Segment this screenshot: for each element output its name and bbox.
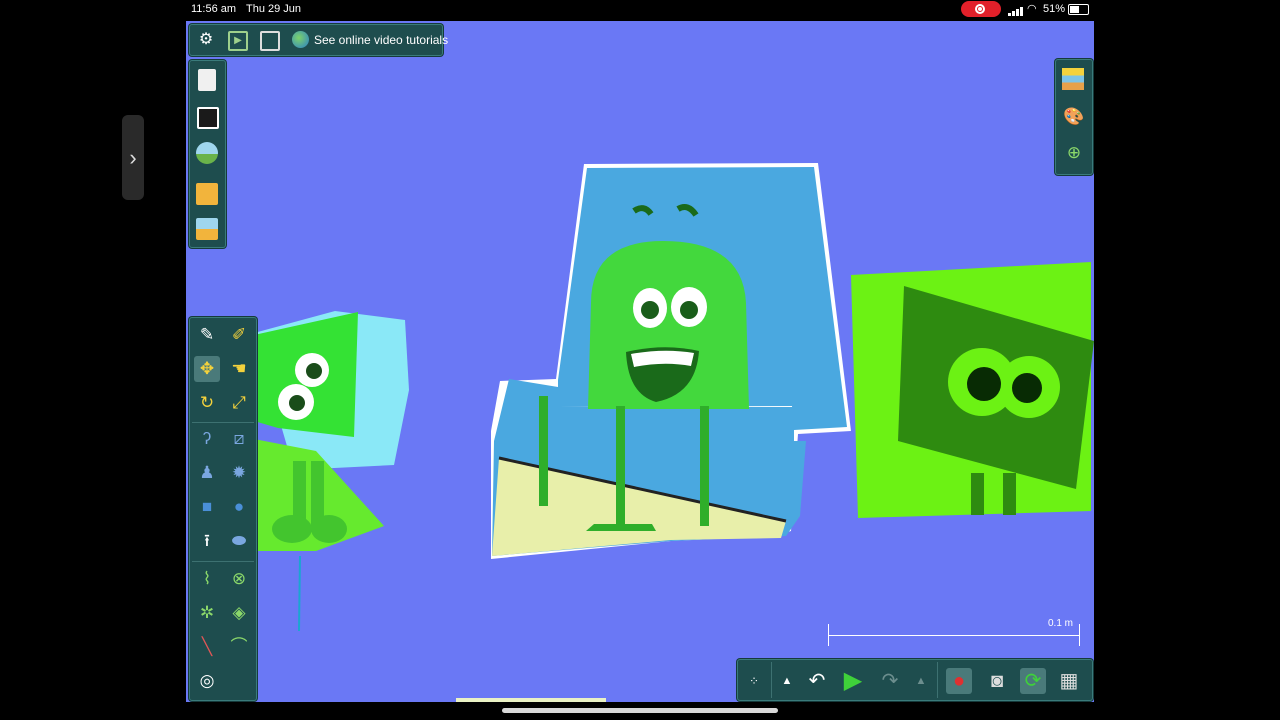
plane-tool[interactable]: ⬬ — [226, 528, 252, 554]
grab-tool[interactable]: ☚ — [226, 356, 252, 382]
color-palette-icon[interactable]: 🎨 — [1061, 104, 1087, 130]
screen-recording-indicator[interactable] — [961, 1, 1001, 17]
spring-tool[interactable]: ♟ — [194, 460, 220, 486]
slide-over-handle[interactable]: › — [122, 115, 144, 200]
gear-icon[interactable]: ⚙ — [196, 30, 216, 50]
top-toolbar: ⚙ ▶ See online video tutorials — [189, 24, 448, 56]
drawing-canvas[interactable]: ⚙ ▶ See online video tutorials ✎ ✐ ✥ ☚ ↻… — [186, 21, 1094, 702]
undo-icon[interactable]: ↶ — [804, 668, 830, 694]
fixate-tool[interactable]: ⭱ — [194, 528, 220, 554]
triangle-up-icon[interactable]: ▲ — [774, 668, 800, 694]
triangle-up-icon[interactable]: ▲ — [908, 668, 934, 694]
tool-palette: ✎ ✐ ✥ ☚ ↻ ⤢ ʔ ⧄ ♟ ✹ ■ ● ⭱ ⬬ ⌇ ⊗ ✲ ◈ ╲ ⌒ … — [189, 317, 257, 701]
battery-icon — [1068, 4, 1089, 15]
tracer-line — [298, 555, 301, 632]
box-tool[interactable]: ■ — [194, 494, 220, 520]
wifi-icon: ◠ — [1027, 3, 1037, 15]
scale-tool[interactable]: ⤢ — [226, 390, 252, 416]
globe-icon — [292, 31, 309, 48]
zigzag-spring-tool[interactable]: ⌇ — [194, 566, 220, 592]
background-layers-icon[interactable] — [1062, 68, 1084, 90]
window-icon[interactable] — [260, 31, 280, 51]
status-date: Thu 29 Jun — [246, 3, 302, 15]
scale-tick-left — [828, 624, 829, 646]
cut-tool[interactable]: ⧄ — [226, 426, 252, 452]
open-folder-icon[interactable] — [196, 183, 218, 205]
import-image-icon[interactable] — [196, 142, 218, 164]
gear-tool[interactable]: ✹ — [226, 460, 252, 486]
move-tool[interactable]: ✥ — [194, 356, 220, 382]
ios-status-bar: 11:56 am Thu 29 Jun ◠ 51% — [0, 0, 1280, 18]
grid-icon[interactable]: ▦ — [1056, 668, 1082, 694]
camera-record-icon[interactable]: ◙ — [984, 668, 1010, 694]
redo-icon[interactable]: ↷ — [877, 668, 903, 694]
scale-bar — [828, 635, 1080, 636]
thruster-tool[interactable]: ◈ — [226, 600, 252, 626]
scale-tick-right — [1079, 624, 1080, 646]
tutorials-link[interactable]: See online video tutorials — [314, 33, 448, 47]
battery-percentage: 51% — [1043, 3, 1066, 15]
brush-tool[interactable]: ✎ — [194, 322, 220, 348]
status-time: 11:56 am — [191, 3, 237, 15]
texture-tool[interactable]: ◎ — [194, 668, 220, 694]
zoom-tree-icon[interactable]: ⊕ — [1061, 140, 1087, 166]
rope-tool[interactable]: ʔ — [194, 426, 220, 452]
scale-label: 0.1 m — [1048, 618, 1074, 629]
right-toolbar: 🎨 ⊕ — [1055, 59, 1093, 175]
toolbox-icon[interactable] — [197, 107, 219, 129]
circle-tool[interactable]: ● — [226, 494, 252, 520]
scene-artwork[interactable] — [186, 21, 1094, 702]
cellular-signal-icon — [1008, 4, 1024, 16]
character-leg-left — [616, 406, 625, 526]
new-document-icon[interactable] — [198, 69, 216, 91]
simulation-settings-icon[interactable]: ⟳ — [1020, 668, 1046, 694]
tracer-tool[interactable]: ⌒ — [226, 634, 252, 660]
laser-tool[interactable]: ╲ — [194, 634, 220, 660]
file-toolbar — [189, 60, 226, 248]
home-indicator[interactable] — [502, 708, 778, 713]
gravity-apple-icon[interactable]: ● — [946, 668, 972, 694]
rotate-tool[interactable]: ↻ — [194, 390, 220, 416]
save-landscape-icon[interactable] — [196, 218, 218, 240]
bottom-toolbar: ⁘ ▲ ↶ ▶ ↷ ▲ ● ◙ ⟳ ▦ — [737, 659, 1093, 701]
hinge-tool[interactable]: ✲ — [194, 600, 220, 626]
sketch-tool[interactable]: ✐ — [226, 322, 252, 348]
grid-dots-icon[interactable]: ⁘ — [741, 668, 767, 694]
play-icon[interactable]: ▶ — [840, 668, 866, 694]
play-window-icon[interactable]: ▶ — [228, 31, 248, 51]
delete-tool[interactable]: ⊗ — [226, 566, 252, 592]
